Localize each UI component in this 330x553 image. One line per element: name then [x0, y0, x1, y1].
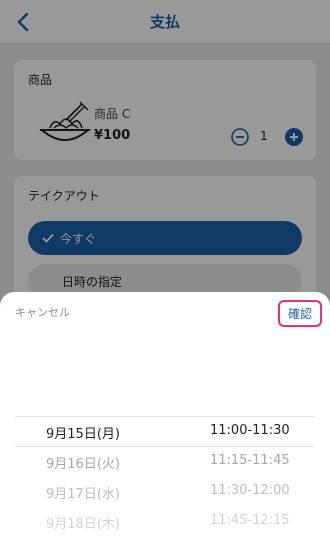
picker-time: 11:15-11:45	[210, 453, 290, 468]
picker-row[interactable]: 9月16日(火) 11:15-11:45	[0, 446, 330, 476]
picker-time: 11:30-12:00	[210, 483, 290, 498]
picker-fade	[0, 529, 330, 553]
picker-row[interactable]: 9月15日(月) 11:00-11:30	[0, 416, 330, 446]
picker-wheel[interactable]: 9月15日(月) 11:00-11:30 9月16日(火) 11:15-11:4…	[0, 416, 330, 553]
confirm-button[interactable]: 確認	[278, 300, 322, 327]
picker-time: 11:00-11:30	[210, 423, 290, 438]
picker-date: 9月17日(水)	[46, 487, 120, 502]
picker-date: 9月16日(火)	[46, 457, 120, 472]
cancel-button[interactable]: キャンセル	[15, 304, 70, 320]
picker-date: 9月15日(月)	[46, 427, 120, 442]
picker-row[interactable]: 9月17日(水) 11:30-12:00	[0, 476, 330, 506]
confirm-label: 確認	[287, 307, 312, 321]
picker-time: 11:45-12:15	[210, 513, 290, 528]
date-time-picker-sheet: キャンセル 確認 9月15日(月) 11:00-11:30 9月16日(火) 1…	[0, 292, 330, 553]
